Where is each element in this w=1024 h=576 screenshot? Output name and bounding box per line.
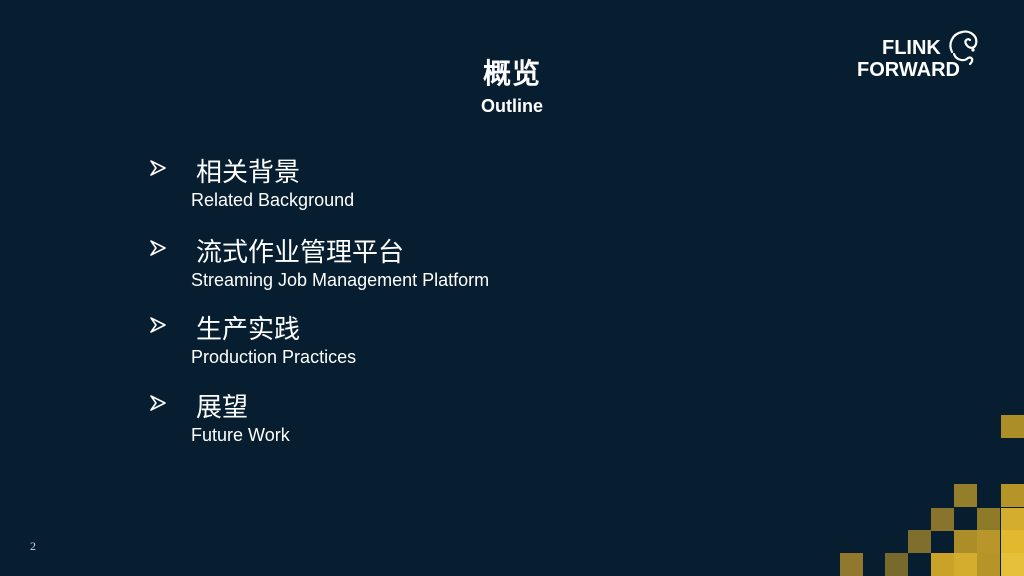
outline-item-label-cn: 流式作业管理平台: [196, 238, 405, 268]
slide: 概览 Outline FLINK FORWARD 相关背景 Related Ba…: [0, 0, 1024, 576]
outline-item-label-en: Future Work: [191, 425, 290, 445]
outline-item-label-cn: 展望: [196, 393, 249, 423]
logo-line1: FLINK: [882, 37, 941, 59]
gold-pixel-decoration: [840, 415, 1024, 576]
arrow-bullet-icon: [150, 317, 166, 333]
logo-line2: FORWARD: [857, 59, 960, 81]
outline-item-label-en: Production Practices: [191, 347, 357, 367]
arrow-bullet-icon: [150, 240, 166, 256]
arrow-bullet-icon: [150, 160, 166, 176]
page-number: 2: [30, 539, 36, 553]
outline-item-label-cn: 生产实践: [196, 315, 301, 345]
squirrel-logo-icon: [949, 30, 978, 66]
slide-subtitle: Outline: [481, 96, 543, 116]
outline-item-label-en: Streaming Job Management Platform: [191, 270, 490, 290]
flink-forward-logo: FLINK FORWARD: [848, 30, 988, 82]
outline-item-label-cn: 相关背景: [196, 158, 301, 188]
arrow-bullet-icon: [150, 395, 166, 411]
outline-item-label-en: Related Background: [191, 190, 355, 210]
